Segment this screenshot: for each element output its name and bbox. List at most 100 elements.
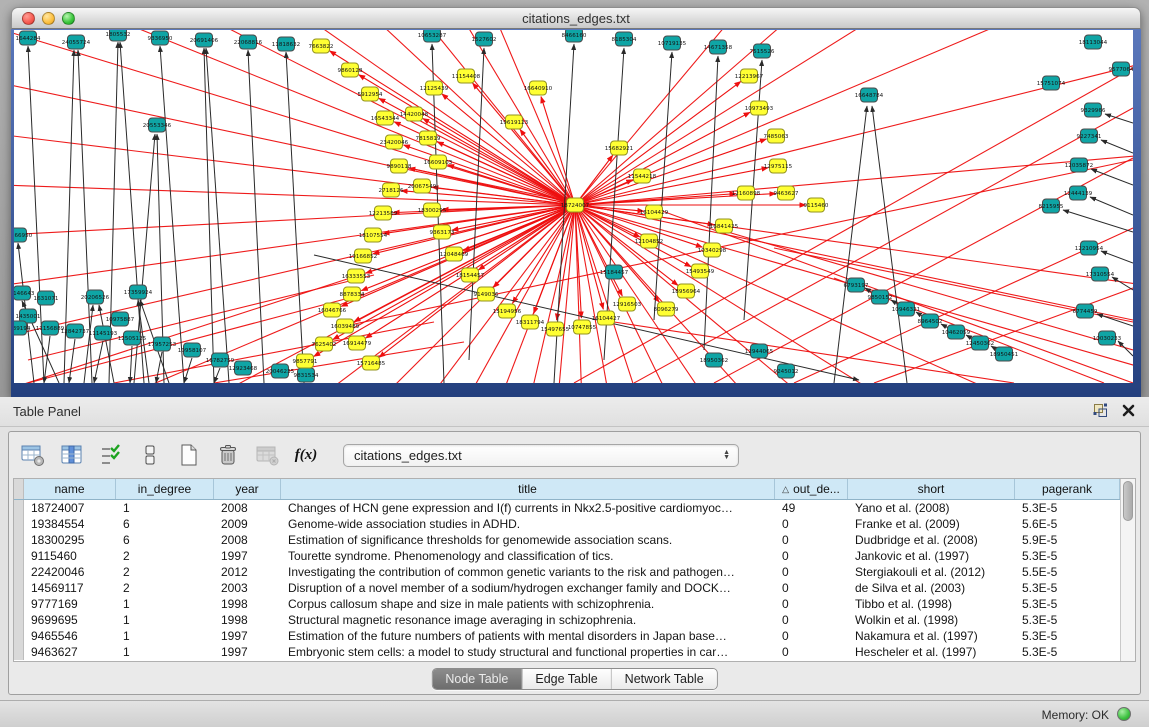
table-cell[interactable]: 2008 (214, 500, 281, 516)
table-cell[interactable]: 5.3E-5 (1015, 628, 1120, 644)
table-cell[interactable]: Yano et al. (2008) (848, 500, 1015, 516)
graph-node-teal[interactable]: 11818632 (272, 37, 300, 51)
table-cell[interactable]: 0 (775, 628, 848, 644)
tab-network-table[interactable]: Network Table (611, 669, 717, 689)
graph-node-yellow[interactable]: 15682921 (605, 141, 634, 155)
table-cell[interactable]: 1 (116, 628, 214, 644)
table-cell[interactable]: 1997 (214, 644, 281, 660)
graph-node-teal[interactable]: 24055724 (62, 35, 91, 49)
graph-node-teal[interactable]: 17359924 (124, 285, 153, 299)
table-cell[interactable]: 18724007 (24, 500, 116, 516)
window-titlebar[interactable]: citations_edges.txt (11, 7, 1141, 29)
table-cell[interactable]: 5.5E-5 (1015, 564, 1120, 580)
table-cell[interactable]: 1 (116, 644, 214, 660)
table-cell[interactable]: 1 (116, 596, 214, 612)
graph-node-yellow[interactable]: 18956964 (672, 284, 701, 298)
table-cell[interactable]: 9699695 (24, 612, 116, 628)
graph-node-yellow[interactable]: 7625402 (312, 337, 337, 351)
graph-edge-black[interactable] (286, 52, 304, 383)
table-cell[interactable]: Dudbridge et al. (2008) (848, 532, 1015, 548)
graph-edge-black[interactable] (1090, 197, 1133, 215)
table-cell[interactable]: 0 (775, 644, 848, 660)
vertical-scrollbar[interactable] (1120, 479, 1135, 661)
table-cell[interactable]: Nakamura et al. (1997) (848, 628, 1015, 644)
table-cell[interactable]: Corpus callosum shape and size in male p… (281, 596, 775, 612)
column-header-in_degree[interactable]: in_degree (116, 479, 214, 499)
graph-edge-red[interactable] (575, 30, 1133, 205)
graph-edge-black[interactable] (469, 48, 484, 360)
graph-node-yellow[interactable]: 10747855 (568, 320, 597, 334)
graph-node-yellow[interactable]: 16609103 (424, 155, 453, 169)
table-row[interactable]: 1872400712008Changes of HCN gene express… (14, 500, 1120, 516)
table-cell[interactable]: 0 (775, 580, 848, 596)
graph-node-yellow[interactable]: 8096279 (654, 302, 679, 316)
graph-node-teal[interactable]: 20691406 (190, 33, 219, 47)
table-cell[interactable]: 6 (116, 532, 214, 548)
graph-edge-red[interactable] (354, 205, 575, 322)
graph-node-teal[interactable]: 10653287 (418, 30, 447, 42)
graph-edge-black[interactable] (834, 106, 867, 383)
tab-edge-table[interactable]: Edge Table (521, 669, 610, 689)
graph-node-yellow[interactable]: 2718126 (379, 183, 404, 197)
graph-node-teal[interactable]: 8185304 (612, 32, 637, 46)
graph-node-teal[interactable]: 7515526 (750, 44, 775, 58)
table-cell[interactable]: 5.3E-5 (1015, 500, 1120, 516)
scrollbar-thumb[interactable] (1123, 481, 1133, 521)
table-cell[interactable]: 6 (116, 516, 214, 532)
graph-edge-black[interactable] (94, 341, 103, 383)
table-cell[interactable]: 9465546 (24, 628, 116, 644)
table-cell[interactable]: Tibbo et al. (1998) (848, 596, 1015, 612)
graph-node-teal[interactable]: 10719135 (658, 36, 687, 50)
graph-edge-black[interactable] (872, 106, 907, 383)
graph-node-yellow[interactable]: 9363173 (430, 225, 455, 239)
graph-edge-red[interactable] (575, 205, 1133, 383)
graph-node-teal[interactable]: 6774459 (1073, 304, 1098, 318)
table-cell[interactable]: 1 (116, 500, 214, 516)
graph-node-yellow[interactable]: 10340298 (698, 243, 727, 257)
table-cell[interactable]: 0 (775, 596, 848, 612)
graph-node-yellow[interactable]: 9890118 (387, 159, 412, 173)
table-cell[interactable]: 14569117 (24, 580, 116, 596)
network-table-selector[interactable]: citations_edges.txt ▲▼ (343, 444, 739, 467)
network-canvas[interactable]: 1644284240557241805532933695020691406220… (14, 30, 1133, 383)
graph-edge-red[interactable] (575, 30, 1133, 205)
graph-node-teal[interactable]: 9336950 (148, 31, 173, 45)
graph-edge-black[interactable] (1118, 341, 1133, 356)
graph-node-teal[interactable]: 15751074 (1037, 76, 1066, 90)
graph-node-teal[interactable]: 1527602 (472, 32, 497, 46)
graph-edge-red[interactable] (575, 205, 1133, 383)
graph-edge-red[interactable] (574, 68, 1133, 383)
table-row[interactable]: 969969511998Structural magnetic resonanc… (14, 612, 1120, 628)
graph-node-teal[interactable]: 12444139 (1064, 186, 1093, 200)
table-row[interactable]: 1456911722003Disruption of a novel membe… (14, 580, 1120, 596)
graph-node-teal[interactable]: 22068816 (234, 35, 263, 49)
graph-edge-black[interactable] (156, 352, 162, 383)
table-row[interactable]: 2242004622012Investigating the contribut… (14, 564, 1120, 580)
graph-edge-red[interactable] (575, 30, 1133, 205)
graph-node-teal[interactable]: 9227341 (1077, 129, 1102, 143)
table-cell[interactable]: 5.6E-5 (1015, 516, 1120, 532)
graph-node-yellow[interactable]: 15716485 (357, 356, 386, 370)
graph-node-yellow[interactable]: 9463627 (774, 186, 799, 200)
graph-node-teal[interactable]: 8466160 (562, 30, 587, 42)
table-cell[interactable]: 0 (775, 532, 848, 548)
graph-node-teal[interactable]: 18113044 (1079, 35, 1108, 49)
graph-node-yellow[interactable]: 16841425 (710, 219, 739, 233)
table-cell[interactable]: Stergiakouli et al. (2012) (848, 564, 1015, 580)
graph-node-teal[interactable]: 1631071 (34, 291, 59, 305)
table-cell[interactable]: 2 (116, 564, 214, 580)
graph-edge-black[interactable] (214, 368, 220, 383)
graph-edge-red[interactable] (575, 205, 1133, 383)
table-cell[interactable]: 0 (775, 548, 848, 564)
graph-node-teal[interactable]: 16648784 (855, 88, 884, 102)
table-cell[interactable]: 5.3E-5 (1015, 612, 1120, 628)
graph-node-yellow[interactable]: 9149036 (474, 287, 499, 301)
table-cell[interactable]: 0 (775, 612, 848, 628)
column-header-name[interactable]: name (24, 479, 116, 499)
table-cell[interactable]: 9463627 (24, 644, 116, 660)
table-cell[interactable]: 1997 (214, 628, 281, 644)
table-row[interactable]: 911546021997Tourette syndrome. Phenomeno… (14, 548, 1120, 564)
graph-edge-black[interactable] (160, 46, 184, 383)
table-cell[interactable]: de Silva et al. (2003) (848, 580, 1015, 596)
table-cell[interactable]: 1 (116, 612, 214, 628)
